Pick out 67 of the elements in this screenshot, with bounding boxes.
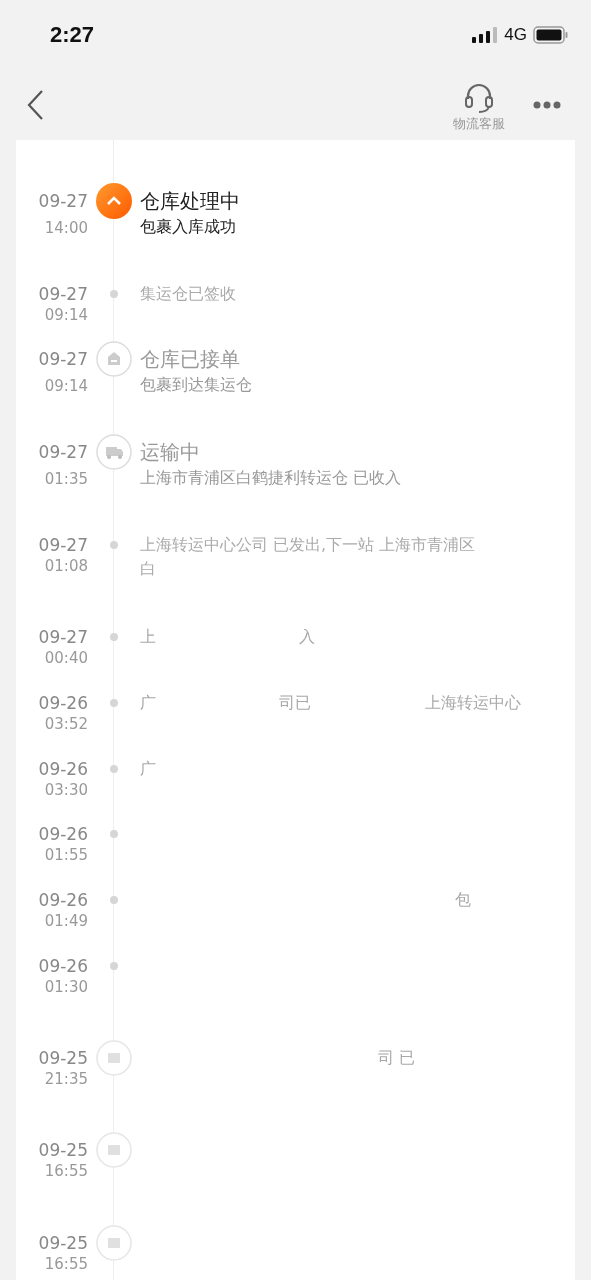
event-date: 09-27 [38, 348, 88, 370]
event-description: 白 [140, 558, 156, 580]
timeline-dot [110, 541, 118, 549]
warehouse-icon [96, 341, 132, 377]
event-description: 上 [140, 626, 156, 648]
timeline-dot [110, 765, 118, 773]
event-time: 16:55 [44, 1254, 88, 1274]
status-time: 2:27 [50, 22, 95, 48]
event-date: 09-27 [38, 190, 88, 212]
event-description: 上海转运中心 [425, 692, 521, 714]
event-date: 09-26 [38, 889, 88, 911]
event-title: 运输中 [140, 439, 200, 465]
event-title: 仓库处理中 [140, 188, 240, 214]
event-date: 09-25 [38, 1232, 88, 1254]
event-time: 14:00 [44, 218, 88, 238]
event-time: 00:40 [44, 648, 88, 668]
event-description: 广 [140, 758, 156, 780]
event-time: 21:35 [44, 1069, 88, 1089]
back-button[interactable] [26, 89, 44, 121]
headset-icon [462, 83, 496, 113]
event-description: 广 [140, 692, 156, 714]
customer-service-button[interactable]: 物流客服 [453, 83, 505, 133]
timeline-dot [110, 699, 118, 707]
event-description: 入 [299, 626, 315, 648]
event-date: 09-26 [38, 692, 88, 714]
timeline-dot [110, 633, 118, 641]
timeline-dot [110, 962, 118, 970]
event-time: 01:49 [44, 911, 88, 931]
event-time: 01:35 [44, 469, 88, 489]
event-date: 09-27 [38, 441, 88, 463]
chevron-up-icon [96, 183, 132, 219]
event-time: 01:55 [44, 845, 88, 865]
event-date: 09-27 [38, 534, 88, 556]
event-description: 司已 [279, 692, 311, 714]
event-description: 司 已 [378, 1047, 416, 1069]
event-date: 09-26 [38, 823, 88, 845]
event-date: 09-27 [38, 626, 88, 648]
event-description: 上海市青浦区白鹤捷利转运仓 已收入 [140, 467, 402, 489]
event-time: 03:52 [44, 714, 88, 734]
event-date: 09-26 [38, 758, 88, 780]
event-description: 集运仓已签收 [140, 283, 236, 305]
event-description: 包 [455, 889, 471, 911]
box-icon [96, 1040, 132, 1076]
box-icon [96, 1132, 132, 1168]
event-time: 16:55 [44, 1161, 88, 1181]
box-icon [96, 1225, 132, 1261]
event-description: 包裹到达集运仓 [140, 374, 252, 396]
timeline-dot [110, 896, 118, 904]
event-date: 09-27 [38, 283, 88, 305]
event-time: 09:14 [44, 305, 88, 325]
more-button[interactable] [533, 101, 561, 109]
event-date: 09-25 [38, 1047, 88, 1069]
event-description: 上海转运中心公司 已发出,下一站 上海市青浦区 [140, 534, 476, 556]
event-date: 09-26 [38, 955, 88, 977]
event-date: 09-25 [38, 1139, 88, 1161]
timeline-dot [110, 290, 118, 298]
timeline-dot [110, 830, 118, 838]
battery-icon [533, 26, 569, 44]
truck-icon [96, 434, 132, 470]
event-time: 01:08 [44, 556, 88, 576]
event-time: 09:14 [44, 376, 88, 396]
event-time: 01:30 [44, 977, 88, 997]
network-label: 4G [504, 25, 527, 45]
event-title: 仓库已接单 [140, 346, 240, 372]
event-description: 包裹入库成功 [140, 216, 236, 238]
signal-icon [472, 27, 499, 43]
event-time: 03:30 [44, 780, 88, 800]
